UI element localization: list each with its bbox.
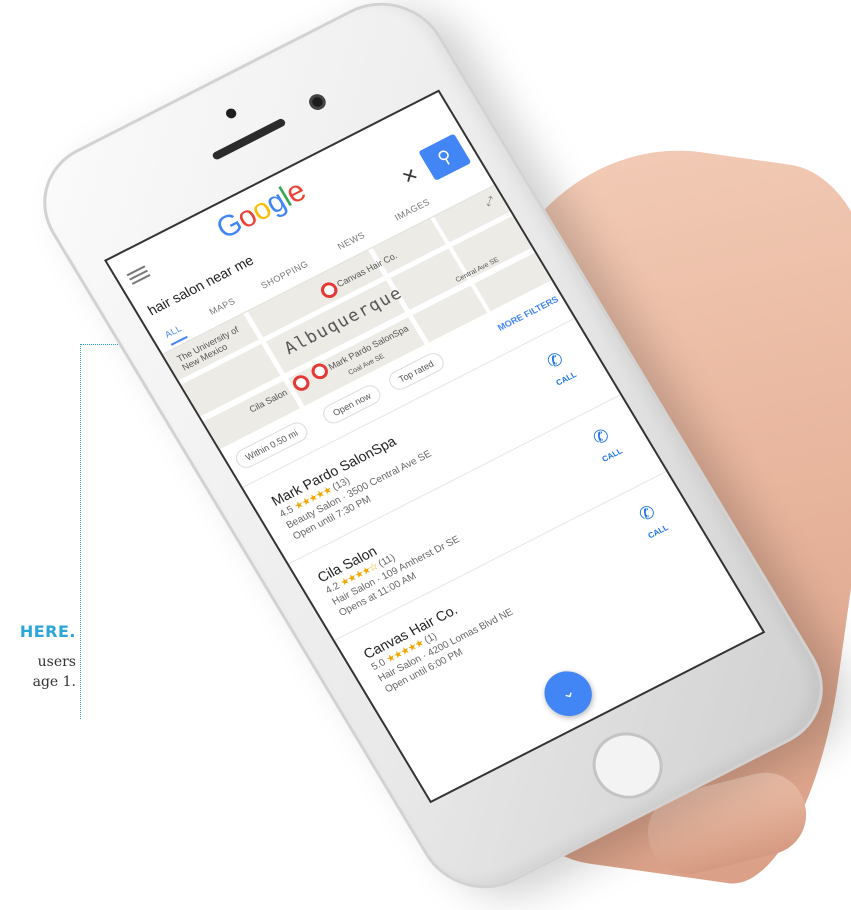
tab-all[interactable]: ALL: [162, 323, 188, 346]
home-button[interactable]: [579, 720, 676, 811]
call-button[interactable]: ✆ CALL: [532, 343, 588, 395]
call-button[interactable]: ✆ CALL: [624, 496, 680, 548]
front-camera: [306, 91, 329, 113]
call-button[interactable]: ✆ CALL: [578, 419, 634, 471]
clear-icon[interactable]: ✕: [398, 164, 422, 189]
earpiece-speaker: [211, 117, 287, 161]
expand-icon[interactable]: ⤢: [483, 195, 498, 210]
callout-line-1: users: [37, 654, 76, 670]
chevron-down-icon[interactable]: ⌄: [535, 663, 601, 724]
callout-line-2: age 1.: [32, 674, 76, 690]
callout-body: users age 1.: [0, 652, 76, 692]
search-icon: ⚲: [433, 145, 456, 169]
tab-maps[interactable]: MAPS: [207, 296, 237, 317]
sensor-dot: [224, 106, 239, 121]
tab-images[interactable]: IMAGES: [393, 197, 432, 223]
menu-icon[interactable]: [125, 263, 152, 288]
tab-news[interactable]: NEWS: [336, 230, 367, 252]
callout-title: HERE.: [19, 622, 76, 641]
callout-connector-vertical: [80, 344, 81, 719]
